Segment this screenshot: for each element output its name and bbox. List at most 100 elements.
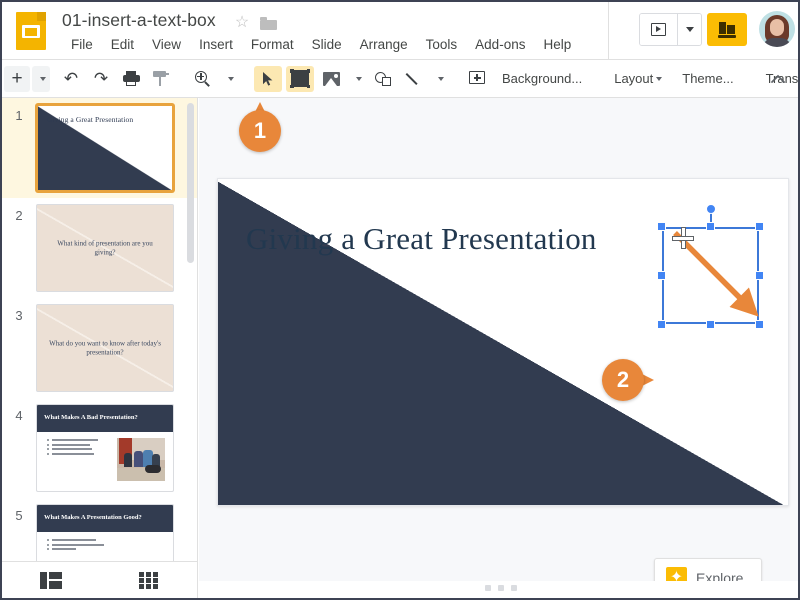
thumbnail-title: What Makes A Bad Presentation?	[44, 414, 138, 421]
rotation-handle[interactable]	[706, 204, 716, 214]
resize-handle-s[interactable]	[706, 320, 715, 329]
thumbnail-title: What do you want to know after today's p…	[49, 339, 161, 356]
resize-handle-se[interactable]	[755, 320, 764, 329]
slide-thumbnail-4[interactable]: 4 What Makes A Bad Presentation?	[2, 398, 197, 498]
zoom-button[interactable]	[190, 66, 216, 92]
select-tool-button[interactable]	[254, 65, 282, 92]
slide-thumbnail-2[interactable]: 2 What kind of presentation are you givi…	[2, 198, 197, 298]
filmstrip-view-icon[interactable]	[40, 572, 62, 590]
undo-button[interactable]: ↶	[58, 66, 84, 92]
add-comment-button[interactable]	[464, 66, 490, 92]
slide-thumbnail-panel[interactable]: 1 Giving a Great Presentation 2 What kin…	[2, 98, 198, 561]
slide-number: 1	[15, 108, 23, 123]
explore-sparkle-icon: ✦	[666, 567, 687, 581]
header-actions	[608, 2, 798, 59]
resize-handle-e[interactable]	[755, 271, 764, 280]
main-toolbar: + ↶ ↷ T Background... Layout Theme... Tr…	[2, 60, 798, 98]
paint-format-button[interactable]	[148, 66, 174, 92]
present-play-icon	[651, 23, 666, 36]
thumbnail-canvas[interactable]: What Makes A Bad Presentation?	[36, 404, 174, 492]
current-slide[interactable]: Giving a Great Presentation	[217, 178, 789, 506]
text-box-tool-button[interactable]: T	[286, 65, 314, 92]
resize-handle-n[interactable]	[706, 222, 715, 231]
insert-image-button[interactable]	[318, 66, 344, 92]
thumbnail-canvas[interactable]: What Makes A Presentation Good?	[36, 504, 174, 561]
thumbnail-canvas[interactable]: What kind of presentation are you giving…	[36, 204, 174, 292]
cursor-icon	[263, 71, 273, 86]
text-box-selection[interactable]	[657, 204, 764, 329]
slide-number: 5	[15, 508, 23, 523]
thumbnail-bullets	[47, 439, 111, 457]
slide-editor-canvas[interactable]: Giving a Great Presentation ✦ Explore	[199, 98, 798, 581]
insert-shape-button[interactable]	[370, 66, 396, 92]
present-dropdown-button[interactable]	[677, 14, 701, 45]
thumbnail-bullets	[47, 539, 111, 553]
new-slide-button[interactable]: +	[4, 65, 30, 92]
slide-title-text[interactable]: Giving a Great Presentation	[246, 221, 597, 257]
thumbnail-canvas[interactable]: Giving a Great Presentation	[36, 104, 174, 192]
resize-handle-nw[interactable]	[657, 222, 666, 231]
notes-drag-handle[interactable]	[485, 585, 517, 591]
thumbnail-title: What kind of presentation are you giving…	[57, 239, 153, 256]
menu-view[interactable]: View	[143, 35, 190, 54]
background-button[interactable]: Background...	[492, 67, 592, 90]
redo-button[interactable]: ↷	[88, 66, 114, 92]
app-header: 01-insert-a-text-box ☆ File Edit View In…	[2, 2, 798, 60]
slide-number: 3	[15, 308, 23, 323]
plus-icon: +	[11, 68, 23, 89]
google-slides-window: 01-insert-a-text-box ☆ File Edit View In…	[0, 0, 800, 600]
insert-line-dropdown[interactable]	[430, 66, 448, 92]
print-icon	[122, 71, 140, 86]
selection-rectangle	[662, 227, 759, 324]
present-group	[639, 13, 702, 46]
theme-button[interactable]: Theme...	[672, 67, 743, 90]
zoom-dropdown[interactable]	[220, 66, 238, 92]
resize-handle-sw[interactable]	[657, 320, 666, 329]
menu-file[interactable]: File	[62, 35, 102, 54]
menu-bar: File Edit View Insert Format Slide Arran…	[62, 35, 580, 54]
slide-number: 4	[15, 408, 23, 423]
image-icon	[322, 71, 340, 86]
insert-image-dropdown[interactable]	[348, 66, 366, 92]
menu-tools[interactable]: Tools	[417, 35, 467, 54]
layout-button[interactable]: Layout	[604, 67, 672, 90]
menu-edit[interactable]: Edit	[102, 35, 143, 54]
slide-thumbnail-5[interactable]: 5 What Makes A Presentation Good?	[2, 498, 197, 561]
document-title[interactable]: 01-insert-a-text-box	[62, 10, 216, 31]
redo-icon: ↷	[93, 69, 109, 88]
user-avatar[interactable]	[759, 11, 795, 47]
menu-slide[interactable]: Slide	[303, 35, 351, 54]
resize-handle-w[interactable]	[657, 271, 666, 280]
insert-line-button[interactable]	[400, 66, 426, 92]
folder-icon[interactable]	[260, 17, 277, 30]
thumbnail-canvas[interactable]: What do you want to know after today's p…	[36, 304, 174, 392]
explore-label: Explore	[696, 569, 744, 582]
slide-thumbnail-1[interactable]: 1 Giving a Great Presentation	[2, 98, 197, 198]
menu-insert[interactable]: Insert	[190, 35, 242, 54]
slide-thumbnail-3[interactable]: 3 What do you want to know after today's…	[2, 298, 197, 398]
chevron-down-icon	[39, 76, 46, 81]
google-slides-logo-icon	[16, 12, 46, 50]
grid-view-icon[interactable]	[139, 572, 161, 590]
collapse-toolbar-chevron-up-icon[interactable]	[768, 69, 788, 89]
star-icon[interactable]: ☆	[234, 15, 250, 31]
new-slide-dropdown[interactable]	[32, 65, 50, 92]
resize-handle-ne[interactable]	[755, 222, 764, 231]
present-button[interactable]	[640, 14, 677, 45]
view-mode-bar	[2, 561, 198, 598]
slide-number: 2	[15, 208, 23, 223]
layout-label: Layout	[614, 71, 654, 86]
paint-format-icon	[153, 71, 169, 86]
thumbnail-title: What Makes A Presentation Good?	[44, 514, 142, 521]
menu-arrange[interactable]: Arrange	[351, 35, 417, 54]
thumbnail-title: Giving a Great Presentation	[47, 115, 134, 124]
explore-button[interactable]: ✦ Explore	[654, 558, 763, 582]
menu-format[interactable]: Format	[242, 35, 303, 54]
share-button[interactable]	[707, 13, 747, 46]
menu-add-ons[interactable]: Add-ons	[466, 35, 534, 54]
print-button[interactable]	[118, 66, 144, 92]
shape-icon	[374, 71, 392, 87]
slide-panel-scrollbar[interactable]	[187, 103, 194, 263]
menu-help[interactable]: Help	[534, 35, 580, 54]
chevron-down-icon	[656, 76, 663, 81]
